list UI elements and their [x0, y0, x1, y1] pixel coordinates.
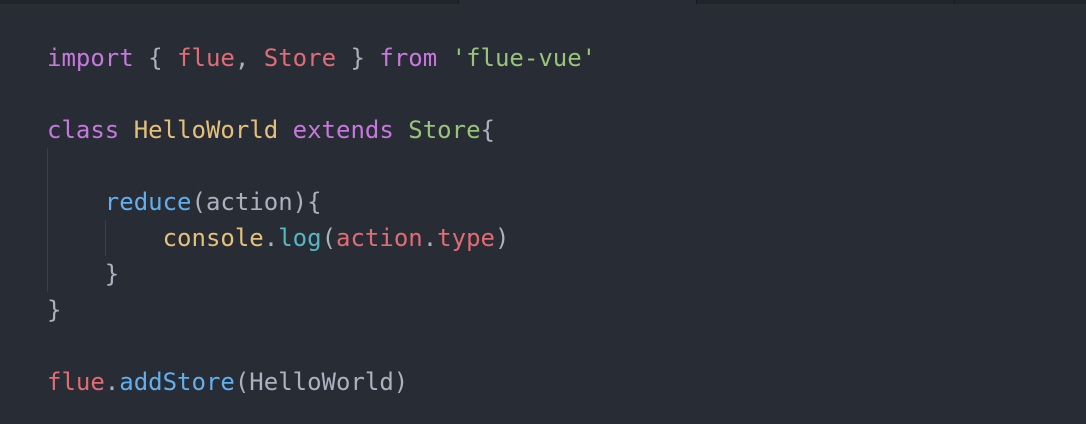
code-token-plain: } [47, 260, 120, 288]
code-token-plain: { [133, 44, 178, 72]
code-token-keyword: extends [292, 116, 394, 144]
code-line[interactable]: class HelloWorld extends Store{ [47, 112, 495, 148]
code-token-function: addStore [119, 368, 235, 396]
code-token-plain: , [234, 44, 264, 72]
code-token-plain: { [480, 116, 495, 144]
code-line[interactable]: reduce(action){ [47, 184, 322, 220]
code-token-variable: action [336, 224, 423, 252]
code-token-class: HelloWorld [133, 116, 279, 144]
code-token-string: Store [408, 116, 481, 144]
code-line[interactable]: flue.addStore(HelloWorld) [47, 364, 408, 400]
code-token-plain: } [47, 296, 62, 324]
code-token-plain: (HelloWorld) [234, 368, 409, 396]
code-token-function: reduce [104, 188, 192, 216]
code-token-variable: flue [47, 368, 105, 396]
code-token-variable: type [437, 224, 495, 252]
code-token-plain: (action){ [191, 188, 322, 216]
code-token-string: 'flue-vue' [451, 44, 597, 72]
code-token-plain: . [263, 224, 279, 252]
code-line[interactable]: } [47, 256, 119, 292]
code-token-class: console [162, 224, 264, 252]
code-token-variable: flue [177, 44, 235, 72]
code-token-plain: . [104, 368, 120, 396]
code-editor[interactable]: import { flue, Store } from 'flue-vue' cl… [0, 4, 1086, 424]
code-token-plain: ) [494, 224, 510, 252]
code-token-plain: } [336, 44, 380, 72]
code-token-keyword: class [47, 116, 120, 144]
code-token-plain: . [422, 224, 438, 252]
code-token-keyword: from [379, 44, 438, 72]
code-line[interactable]: console.log(action.type) [47, 220, 510, 256]
code-line[interactable]: import { flue, Store } from 'flue-vue' [47, 40, 596, 76]
code-token-keyword: import [47, 44, 134, 72]
code-line[interactable]: } [47, 292, 61, 328]
code-token-plain: ( [321, 224, 337, 252]
code-token-method: log [278, 224, 322, 252]
code-token-variable: Store [263, 44, 337, 72]
